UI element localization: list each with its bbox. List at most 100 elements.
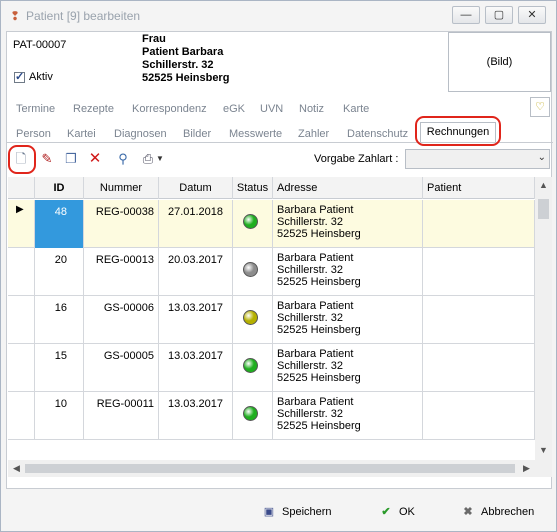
save-button[interactable]: ▣ Speichern bbox=[261, 503, 332, 521]
tab-uvn[interactable]: UVN bbox=[260, 103, 283, 115]
print-dropdown-arrow-icon[interactable]: ▼ bbox=[155, 150, 165, 168]
cell-status[interactable] bbox=[233, 200, 273, 248]
cell-nummer[interactable]: GS-00006 bbox=[84, 296, 159, 344]
cell-patient[interactable] bbox=[423, 296, 535, 344]
cell-adresse[interactable]: Barbara Patient Schillerstr. 32 52525 Hein… bbox=[273, 392, 423, 440]
scroll-up-icon[interactable]: ▲ bbox=[535, 180, 552, 190]
tab-termine[interactable]: Termine bbox=[16, 103, 55, 115]
tab-karte[interactable]: Karte bbox=[343, 103, 369, 115]
tab-kartei[interactable]: Kartei bbox=[67, 128, 96, 140]
cell-patient[interactable] bbox=[423, 248, 535, 296]
aktiv-label: Aktiv bbox=[29, 71, 53, 84]
cell-datum[interactable]: 27.01.2018 bbox=[159, 200, 233, 248]
highlight-new-button bbox=[8, 145, 36, 174]
column-header-patient[interactable]: Patient bbox=[423, 177, 535, 199]
address-line: 52525 Heinsberg bbox=[277, 372, 361, 384]
current-row-arrow-icon: ▶ bbox=[16, 204, 24, 215]
cell-patient[interactable] bbox=[423, 344, 535, 392]
aktiv-checkbox[interactable]: Aktiv bbox=[14, 70, 53, 84]
zahlart-select[interactable]: ⌄ bbox=[405, 149, 550, 169]
cell-adresse[interactable]: Barbara Patient Schillerstr. 32 52525 Hein… bbox=[273, 296, 423, 344]
tab-korrespondenz[interactable]: Korrespondenz bbox=[132, 103, 207, 115]
patient-photo[interactable]: (Bild) bbox=[448, 32, 551, 92]
column-header-nummer[interactable]: Nummer bbox=[84, 177, 159, 199]
cell-nummer[interactable]: GS-00005 bbox=[84, 344, 159, 392]
scroll-right-icon[interactable]: ▶ bbox=[518, 460, 535, 477]
address-line: 52525 Heinsberg bbox=[277, 324, 361, 336]
checkbox-checked-icon bbox=[14, 70, 25, 83]
row-indicator[interactable] bbox=[8, 392, 35, 440]
tab-rezepte[interactable]: Rezepte bbox=[73, 103, 114, 115]
tab-egk[interactable]: eGK bbox=[223, 103, 245, 115]
cell-id[interactable]: 10 bbox=[35, 392, 84, 440]
row-indicator[interactable] bbox=[8, 248, 35, 296]
cell-status[interactable] bbox=[233, 392, 273, 440]
cell-nummer[interactable]: REG-00013 bbox=[84, 248, 159, 296]
cell-nummer[interactable]: REG-00011 bbox=[84, 392, 159, 440]
patient-salutation: Frau bbox=[142, 33, 166, 45]
delete-icon[interactable]: ✕ bbox=[86, 150, 104, 168]
tab-bilder[interactable]: Bilder bbox=[183, 128, 211, 140]
tab-messwerte[interactable]: Messwerte bbox=[229, 128, 282, 140]
table-row[interactable]: 10 REG-00011 13.03.2017 Barbara Patient Schi… bbox=[8, 392, 535, 440]
row-header-corner bbox=[8, 177, 35, 199]
vertical-scroll-thumb[interactable] bbox=[538, 199, 549, 219]
cell-adresse[interactable]: Barbara Patient Schillerstr. 32 52525 Hein… bbox=[273, 344, 423, 392]
column-header-status[interactable]: Status bbox=[233, 177, 273, 199]
scroll-left-icon[interactable]: ◀ bbox=[8, 460, 25, 477]
cell-nummer[interactable]: REG-00038 bbox=[84, 200, 159, 248]
cell-id[interactable]: 20 bbox=[35, 248, 84, 296]
horizontal-scrollbar[interactable]: ◀ ▶ bbox=[8, 460, 552, 477]
row-indicator[interactable] bbox=[8, 296, 35, 344]
scroll-down-icon[interactable]: ▼ bbox=[535, 445, 552, 455]
cancel-button[interactable]: ✖ Abbrechen bbox=[460, 503, 534, 521]
cell-datum[interactable]: 13.03.2017 bbox=[159, 344, 233, 392]
tab-notiz[interactable]: Notiz bbox=[299, 103, 324, 115]
close-button[interactable]: ✕ bbox=[518, 6, 546, 24]
checkmark-icon: ✔ bbox=[381, 506, 391, 518]
cell-id[interactable]: 15 bbox=[35, 344, 84, 392]
maximize-button[interactable]: ▢ bbox=[485, 6, 513, 24]
cell-adresse[interactable]: Barbara Patient Schillerstr. 32 52525 Hein… bbox=[273, 200, 423, 248]
address-line: Barbara Patient bbox=[277, 396, 354, 408]
horizontal-scroll-thumb[interactable] bbox=[25, 464, 515, 473]
cell-status[interactable] bbox=[233, 296, 273, 344]
edit-pen-icon[interactable]: ✎ bbox=[38, 150, 56, 168]
maximize-icon: ▢ bbox=[493, 9, 505, 21]
address-line: 52525 Heinsberg bbox=[277, 420, 361, 432]
title-bar: ❢ Patient [9] bearbeiten — ▢ ✕ bbox=[1, 1, 556, 31]
patient-address: Frau Patient Barbara Schillerstr. 32 525… bbox=[142, 33, 229, 85]
favorite-button[interactable]: ♡ bbox=[530, 97, 550, 117]
tab-zahler[interactable]: Zahler bbox=[298, 128, 329, 140]
vertical-scrollbar[interactable]: ▲ ▼ bbox=[535, 177, 552, 460]
cell-status[interactable] bbox=[233, 344, 273, 392]
ok-button[interactable]: ✔ OK bbox=[378, 503, 415, 521]
tab-datenschutz[interactable]: Datenschutz bbox=[347, 128, 408, 140]
close-icon: ✕ bbox=[527, 9, 537, 21]
row-indicator[interactable] bbox=[8, 344, 35, 392]
table-row[interactable]: 16 GS-00006 13.03.2017 Barbara Patient Schil… bbox=[8, 296, 535, 344]
tab-diagnosen[interactable]: Diagnosen bbox=[114, 128, 167, 140]
cell-id[interactable]: 48 bbox=[35, 200, 84, 248]
table-row[interactable]: ▶ 48 REG-00038 27.01.2018 Barbara Patient Sch… bbox=[8, 200, 535, 248]
cell-status[interactable] bbox=[233, 248, 273, 296]
table-row[interactable]: 15 GS-00005 13.03.2017 Barbara Patient Schil… bbox=[8, 344, 535, 392]
cell-datum[interactable]: 13.03.2017 bbox=[159, 296, 233, 344]
column-header-datum[interactable]: Datum bbox=[159, 177, 233, 199]
cell-patient[interactable] bbox=[423, 200, 535, 248]
column-header-id[interactable]: ID bbox=[35, 177, 84, 199]
table-row[interactable]: 20 REG-00013 20.03.2017 Barbara Patient Schi… bbox=[8, 248, 535, 296]
cell-adresse[interactable]: Barbara Patient Schillerstr. 32 52525 Hein… bbox=[273, 248, 423, 296]
minimize-button[interactable]: — bbox=[452, 6, 480, 24]
cell-id[interactable]: 16 bbox=[35, 296, 84, 344]
table-header: ID Nummer Datum Status Adresse Patient bbox=[8, 177, 535, 199]
search-icon[interactable]: ⚲ bbox=[114, 150, 132, 168]
cell-datum[interactable]: 20.03.2017 bbox=[159, 248, 233, 296]
tab-person[interactable]: Person bbox=[16, 128, 51, 140]
cell-patient[interactable] bbox=[423, 392, 535, 440]
address-line: Barbara Patient bbox=[277, 300, 354, 312]
copy-icon[interactable]: ❐ bbox=[62, 150, 80, 168]
row-indicator[interactable]: ▶ bbox=[8, 200, 35, 248]
cell-datum[interactable]: 13.03.2017 bbox=[159, 392, 233, 440]
column-header-adresse[interactable]: Adresse bbox=[273, 177, 423, 199]
